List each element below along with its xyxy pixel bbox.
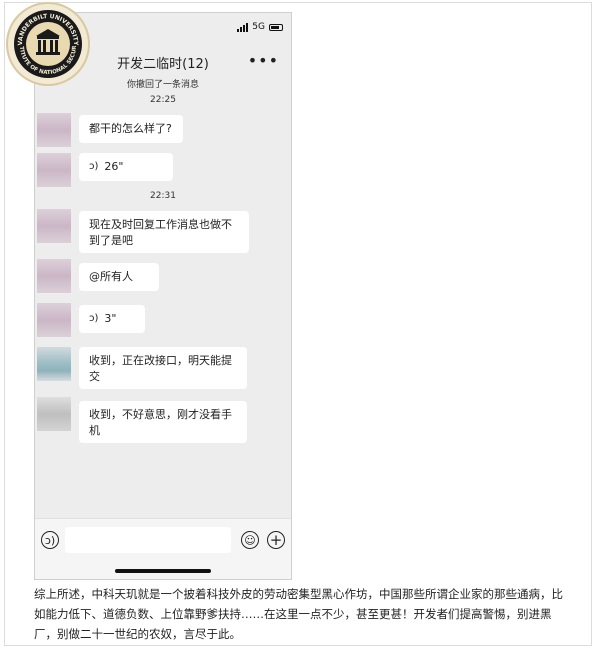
message-bubble[interactable]: 收到，正在改接口，明天能提交	[79, 347, 247, 389]
voice-icon: ↄ)	[89, 313, 99, 324]
message-bubble[interactable]: @所有人	[79, 263, 159, 291]
vanderbilt-seal-watermark: VANDERBILT UNIVERSITY INSTITUTE OF NATIO…	[6, 2, 90, 86]
message-input[interactable]	[65, 527, 231, 553]
battery-icon	[269, 23, 283, 31]
chat-screenshot: 5G 开发二临时(12) ••• 你撤回了一条消息 22:25 都干的怎么样了?…	[34, 12, 292, 580]
voice-duration: 3"	[104, 312, 117, 325]
avatar[interactable]	[37, 209, 71, 243]
emoji-icon[interactable]: ☺	[241, 531, 259, 549]
voice-icon: ↄ)	[89, 161, 99, 172]
voice-duration: 26"	[104, 160, 124, 173]
avatar[interactable]	[37, 303, 71, 337]
home-indicator	[115, 569, 211, 573]
seal-bottom-text: INSTITUTE OF NATIONAL SECURITY	[6, 2, 78, 76]
avatar[interactable]	[37, 153, 71, 187]
add-icon[interactable]: +	[267, 531, 285, 549]
timestamp: 22:25	[150, 95, 176, 105]
more-icon[interactable]: •••	[248, 51, 279, 70]
timestamp: 22:31	[150, 191, 176, 201]
status-bar: 5G	[237, 21, 283, 33]
network-type: 5G	[252, 22, 265, 32]
avatar[interactable]	[37, 259, 71, 293]
message-text: 现在及时回复工作消息也做不到了是吧	[89, 218, 232, 247]
message-bubble[interactable]: 都干的怎么样了?	[79, 115, 183, 143]
voice-input-icon[interactable]: ↄ)	[41, 531, 59, 549]
avatar[interactable]	[37, 113, 71, 147]
message-text: 收到，正在改接口，明天能提交	[89, 354, 232, 383]
message-bubble[interactable]: 收到，不好意思，刚才没看手机	[79, 401, 247, 443]
article-paragraph: 综上所述，中科天玑就是一个披着科技外皮的劳动密集型黑心作坊，中国那些所谓企业家的…	[34, 587, 563, 641]
message-bubble[interactable]: 现在及时回复工作消息也做不到了是吧	[79, 211, 249, 253]
avatar[interactable]	[37, 397, 71, 431]
message-text: @所有人	[89, 270, 133, 283]
input-bar: ↄ) ☺ +	[35, 518, 291, 579]
avatar[interactable]	[37, 347, 71, 381]
svg-text:INSTITUTE OF NATIONAL SECURITY: INSTITUTE OF NATIONAL SECURITY	[6, 2, 78, 76]
voice-message[interactable]: ↄ) 3"	[79, 305, 145, 333]
seal-building-icon: VANDERBILT UNIVERSITY INSTITUTE OF NATIO…	[6, 2, 79, 76]
signal-icon	[237, 22, 249, 32]
message-text: 收到，不好意思，刚才没看手机	[89, 408, 232, 437]
message-text: 都干的怎么样了?	[89, 122, 172, 135]
voice-message[interactable]: ↄ) 26"	[79, 153, 173, 181]
